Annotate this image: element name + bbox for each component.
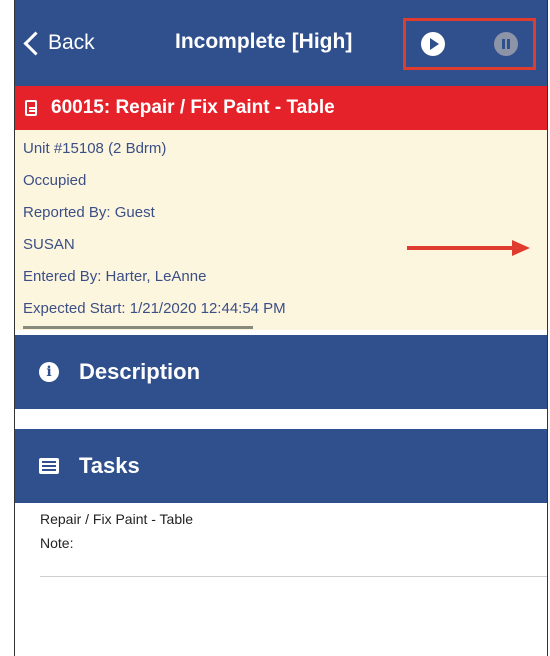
entered-by-text: Entered By: Harter, LeAnne: [23, 268, 207, 285]
back-label: Back: [48, 31, 95, 54]
tasks-section-header[interactable]: Tasks: [15, 429, 547, 503]
annotation-underline: [23, 326, 253, 329]
pause-bars: [502, 39, 510, 49]
reporter-name-text: SUSAN: [23, 236, 75, 253]
nav-bar: Back Incomplete [High]: [15, 0, 547, 86]
task-divider: [40, 576, 547, 577]
reported-by-text: Reported By: Guest: [23, 204, 155, 221]
play-triangle: [430, 38, 439, 50]
play-circle-icon[interactable]: [421, 32, 445, 56]
list-icon: [39, 458, 59, 474]
workorder-heading: 60015: Repair / Fix Paint - Table: [51, 97, 335, 118]
expected-start-text: Expected Start: 1/21/2020 12:44:54 PM: [23, 300, 286, 317]
description-label: Description: [79, 359, 201, 384]
unit-text: Unit #15108 (2 Bdrm): [23, 140, 167, 157]
workorder-banner: 60015: Repair / Fix Paint - Table: [15, 86, 547, 130]
workorder-details: Unit #15108 (2 Bdrm) Occupied Reported B…: [15, 130, 547, 330]
tasks-label: Tasks: [79, 453, 140, 478]
task-name[interactable]: Repair / Fix Paint - Table: [40, 511, 193, 527]
description-section-header[interactable]: i Description: [15, 335, 547, 409]
pause-circle-icon[interactable]: [494, 32, 518, 56]
app-frame: Back Incomplete [High] 60015: Repair / F…: [14, 0, 548, 656]
back-button[interactable]: Back: [19, 28, 95, 58]
annotation-arrow-head: [512, 240, 530, 256]
page-title: Incomplete [High]: [175, 30, 353, 53]
task-note: Note:: [40, 535, 74, 551]
annotation-arrow: [407, 246, 515, 250]
document-icon: [25, 100, 37, 116]
occupancy-text: Occupied: [23, 172, 87, 189]
chevron-left-icon: [23, 30, 48, 56]
info-icon: i: [39, 362, 59, 382]
